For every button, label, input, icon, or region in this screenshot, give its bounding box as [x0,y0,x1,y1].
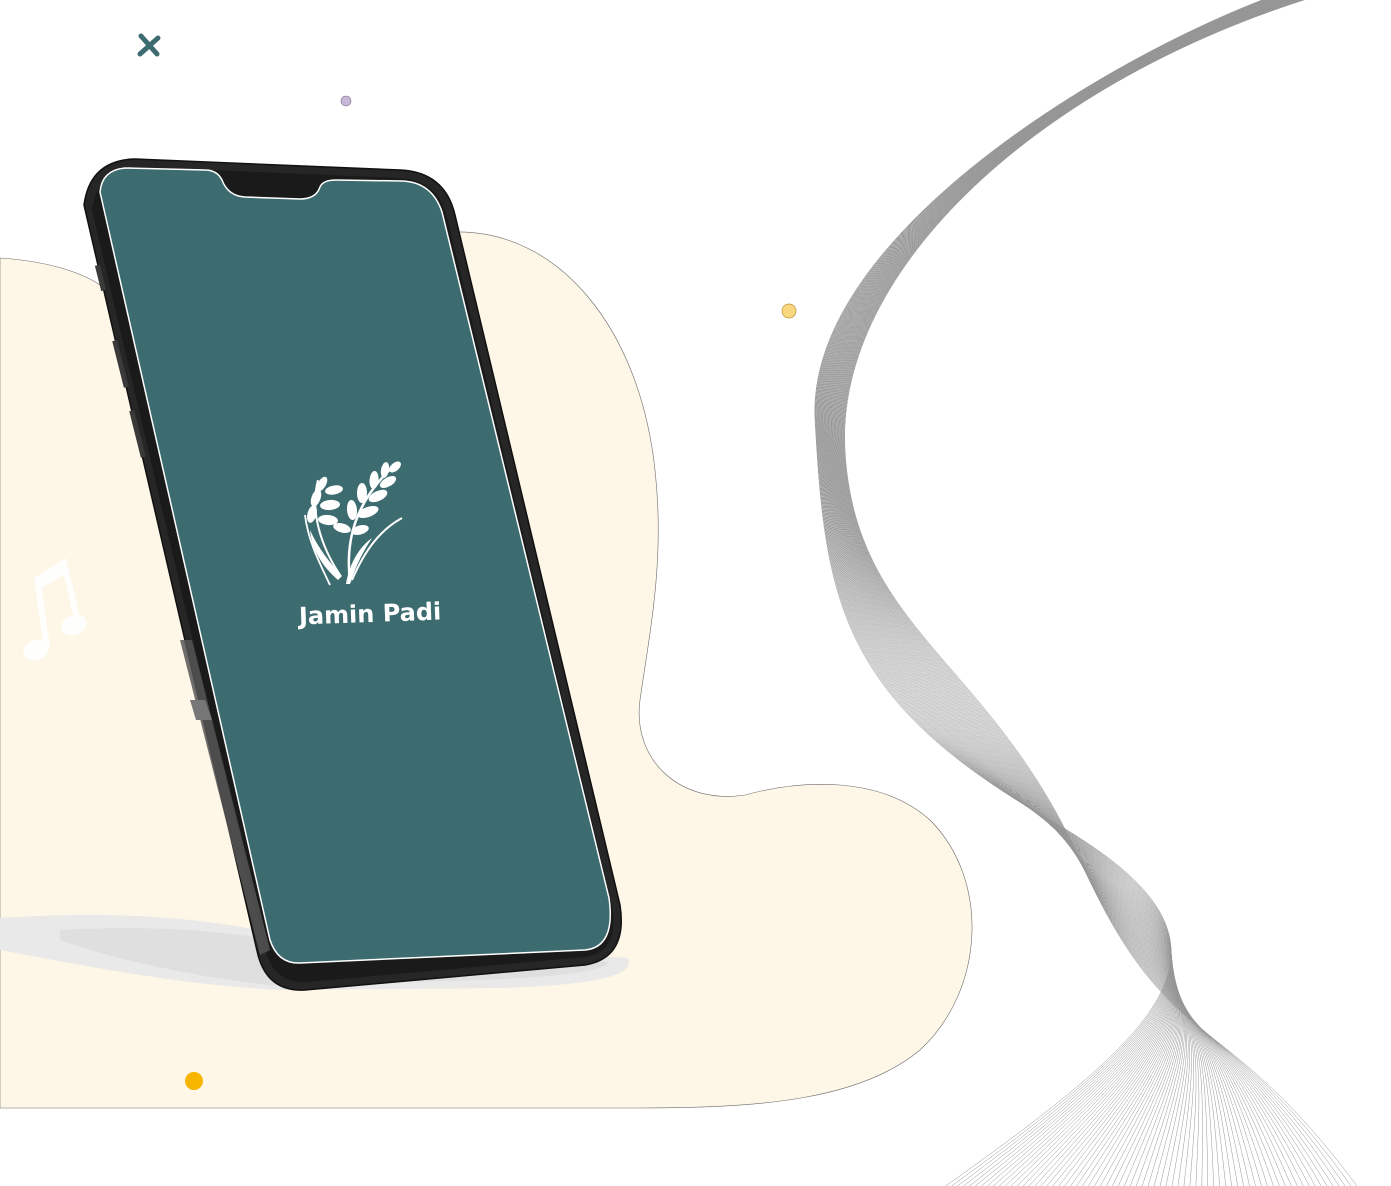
decoration-dot-orange [185,1072,203,1090]
decoration-dot-purple [340,95,352,107]
cross-icon [137,33,161,57]
illustration-scene: Jamin Padi [0,0,1358,1186]
app-name: Jamin Padi [296,598,441,631]
decoration-dot-yellow-small [781,303,797,319]
